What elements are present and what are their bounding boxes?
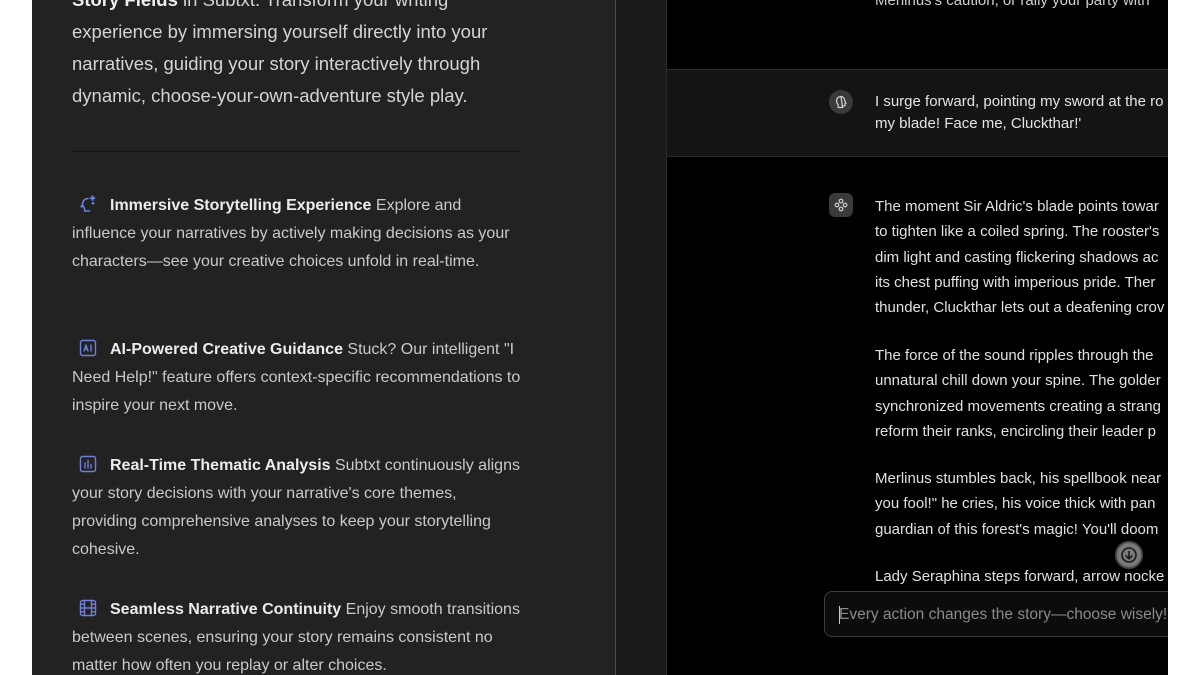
scroll-to-bottom-button[interactable] (1115, 541, 1143, 569)
feature-title: AI-Powered Creative Guidance (110, 341, 343, 358)
user-message-text: I surge forward, pointing my sword at th… (875, 91, 1168, 135)
previous-message-fragment: Merlinus's caution, or rally your party … (875, 0, 1150, 9)
message-line: thunder, Cluckthar lets out a deafening … (875, 299, 1165, 317)
message-line: synchronized movements creating a strang (875, 397, 1161, 415)
bar-chart-icon (78, 454, 98, 474)
feature-ai-guidance: AI-Powered Creative Guidance Stuck? Our … (72, 336, 522, 420)
intro-paragraph: Story Fields in Subtxt. Transform your w… (72, 0, 532, 112)
feature-title: Seamless Narrative Continuity (110, 601, 342, 618)
ai-paragraph: The force of the sound ripples through t… (875, 343, 1168, 444)
section-divider (72, 151, 520, 152)
message-line: you fool!" he cries, his voice thick wit… (875, 495, 1156, 513)
sparkle-head-icon (78, 194, 98, 214)
message-line: Merlinus stumbles back, his spellbook ne… (875, 470, 1161, 487)
feature-narrative-continuity: Seamless Narrative Continuity Enjoy smoo… (72, 596, 522, 675)
feature-title: Real-Time Thematic Analysis (110, 457, 331, 474)
story-chat-panel[interactable]: Merlinus's caution, or rally your party … (666, 0, 1168, 675)
message-line: to tighten like a coiled spring. The roo… (875, 223, 1160, 241)
feature-panel: Story Fields in Subtxt. Transform your w… (32, 0, 616, 675)
story-action-input[interactable] (839, 592, 1168, 638)
intro-text: in Subtxt. Transform your writing experi… (72, 0, 488, 106)
ai-paragraph: The moment Sir Aldric's blade points tow… (875, 194, 1168, 320)
arrow-down-circle-icon (1121, 547, 1137, 563)
message-line: The moment Sir Aldric's blade points tow… (875, 198, 1159, 215)
game-controller-icon (829, 193, 853, 217)
message-line: I surge forward, pointing my sword at th… (875, 93, 1164, 110)
message-line: reform their ranks, encircling their lea… (875, 422, 1156, 440)
head-profile-icon (829, 90, 853, 114)
intro-bold-prefix: Story Fields (72, 0, 178, 10)
page-margin (1168, 0, 1200, 675)
message-line: its chest puffing with imperious pride. … (875, 273, 1156, 291)
ai-badge-icon (78, 338, 98, 358)
panel-gap (616, 0, 666, 675)
feature-title: Immersive Storytelling Experience (110, 197, 372, 214)
message-separator (667, 156, 1168, 157)
message-line: my blade! Face me, Cluckthar!' (875, 115, 1082, 132)
text-caret (839, 606, 840, 624)
message-line: guardian of this forest's magic! You'll … (875, 520, 1159, 538)
feature-thematic-analysis: Real-Time Thematic Analysis Subtxt conti… (72, 452, 522, 564)
message-line: The force of the sound ripples through t… (875, 347, 1154, 364)
film-strip-icon (78, 598, 98, 618)
message-separator (667, 69, 1168, 70)
message-line: unnatural chill down your spine. The gol… (875, 372, 1161, 390)
feature-immersive-storytelling: Immersive Storytelling Experience Explor… (72, 192, 522, 276)
message-line: dim light and casting flickering shadows… (875, 248, 1159, 266)
story-action-input-container[interactable] (824, 591, 1168, 638)
ai-paragraph: Merlinus stumbles back, his spellbook ne… (875, 466, 1168, 542)
